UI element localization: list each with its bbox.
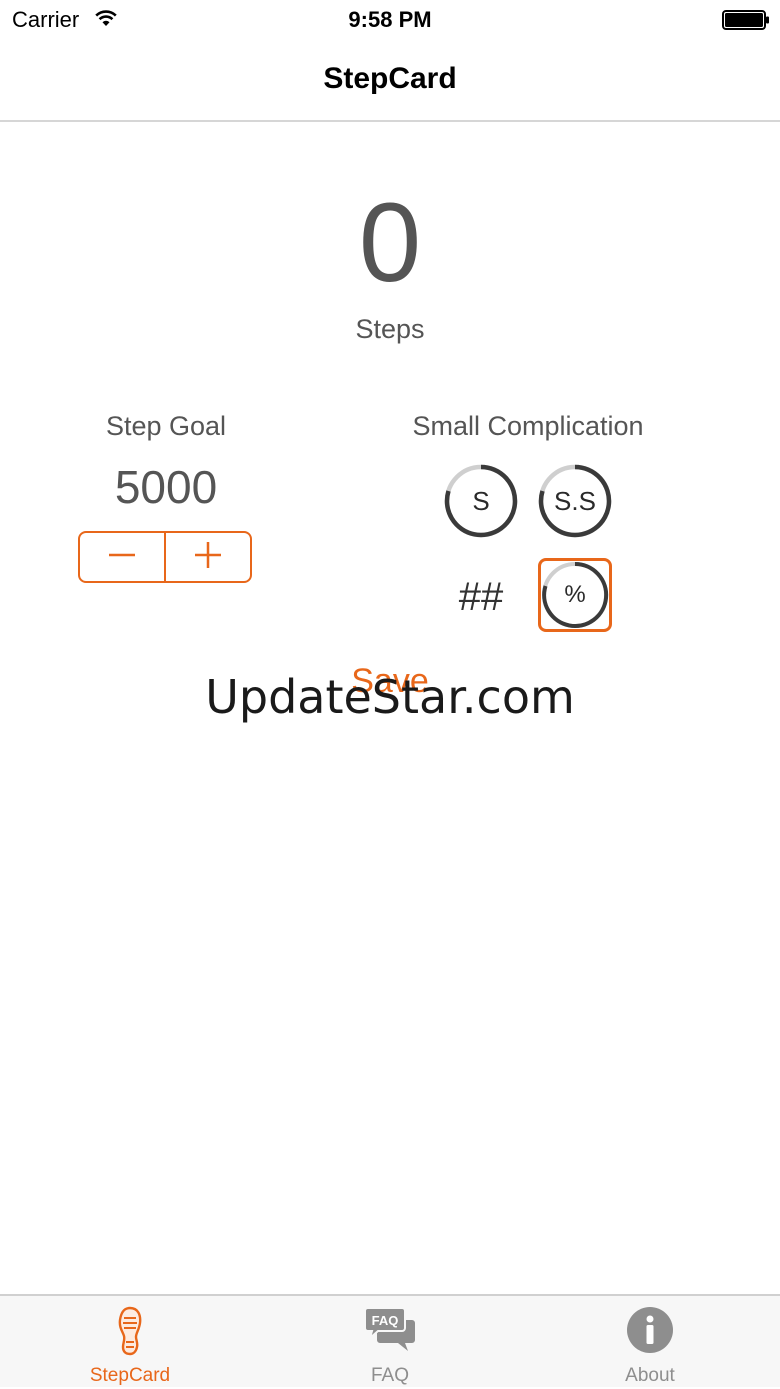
increment-button[interactable] [164,533,250,581]
tab-about[interactable]: About [520,1296,780,1389]
step-count: 0 [358,180,422,305]
complication-option-s[interactable]: S [444,464,518,538]
tab-label: About [625,1365,675,1386]
step-goal-value: 5000 [114,461,218,513]
nav-bar: StepCard [0,40,780,122]
complication-option-label: S.S [554,485,596,516]
decrement-button[interactable] [80,533,164,581]
plus-icon [193,540,223,575]
step-unit-label: Steps [355,314,425,344]
step-goal-label: Step Goal [105,411,227,441]
battery-icon [722,10,770,30]
watermark-text: UpdateStar.com [205,670,575,724]
status-time: 9:58 PM [348,7,432,32]
step-goal-stepper [78,531,252,583]
complication-option-percent[interactable]: % [538,558,612,632]
tab-bar: StepCard FAQ FAQ About [0,1294,780,1387]
status-bar: Carrier 9:58 PM [0,0,780,40]
faq-bubble-icon: FAQ [364,1306,416,1359]
complication-option-ss[interactable]: S.S [538,464,612,538]
tab-faq[interactable]: FAQ FAQ [260,1296,520,1389]
page-title: StepCard [323,62,457,95]
info-icon [626,1306,674,1359]
minus-icon [107,540,137,575]
complication-label: Small Complication [412,411,644,441]
complication-option-label: % [564,581,586,608]
faq-badge-text: FAQ [372,1313,399,1328]
footprint-icon [117,1306,143,1361]
tab-stepcard[interactable]: StepCard [0,1296,260,1389]
tab-label: FAQ [370,1365,409,1386]
complication-option-label: S [472,485,490,516]
complication-option-number[interactable]: ## [444,560,518,634]
tab-label: StepCard [89,1365,171,1386]
